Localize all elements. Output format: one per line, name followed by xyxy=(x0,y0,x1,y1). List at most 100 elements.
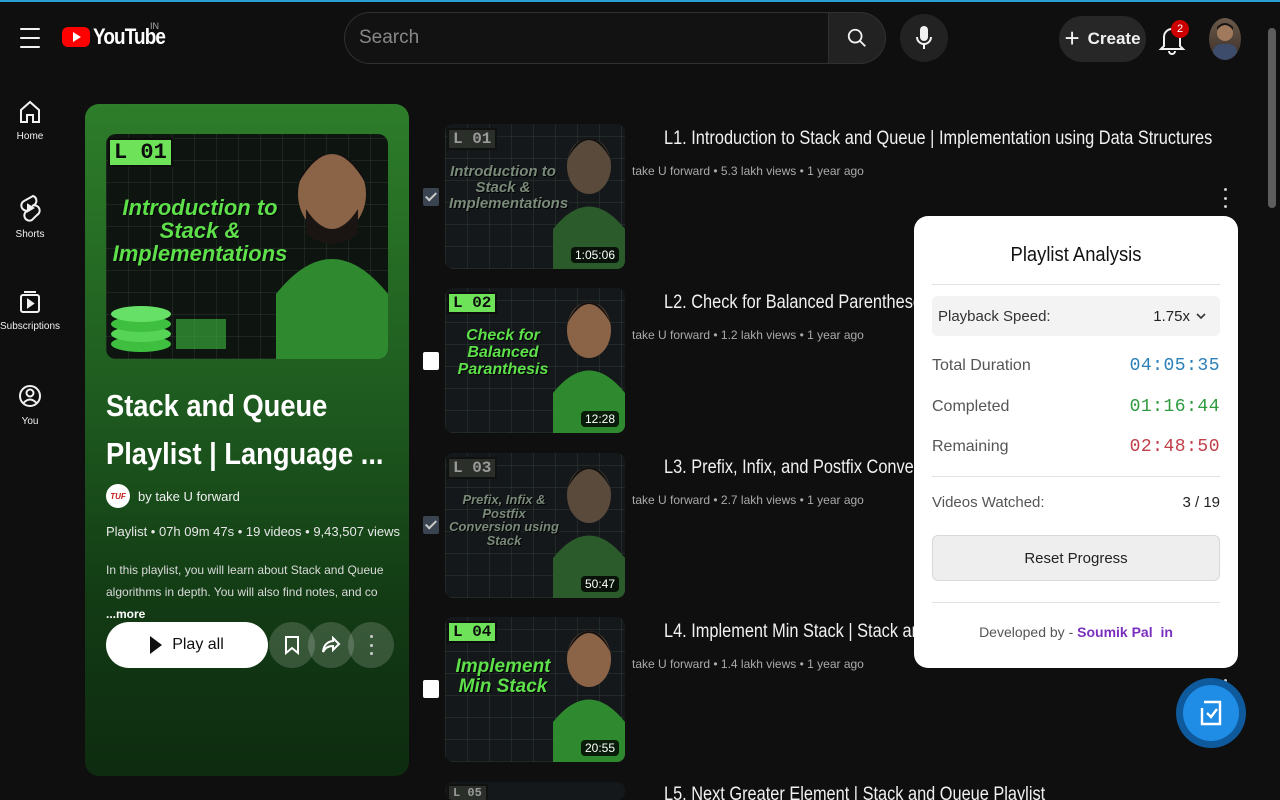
thumbnail-lecture-label: L 05 xyxy=(447,784,488,800)
speed-value: 1.75x xyxy=(1153,307,1190,325)
video-meta: take U forward • 2.7 lakh views • 1 year… xyxy=(632,493,864,507)
youtube-logo[interactable]: YouTube xyxy=(62,24,177,50)
watched-checkbox[interactable] xyxy=(423,188,439,206)
country-code: IN xyxy=(150,21,159,31)
remaining-value: 02:48:50 xyxy=(1129,437,1220,457)
play-all-button[interactable]: Play all xyxy=(106,622,268,668)
playlist-analysis-panel: Playlist Analysis Playback Speed: 1.75x … xyxy=(914,216,1238,668)
chevron-down-icon xyxy=(1196,313,1206,320)
thumbnail-title-text: Introduction to Stack & Implementations xyxy=(112,195,288,267)
playlist-analysis-toggle-button[interactable] xyxy=(1176,678,1246,748)
video-title[interactable]: L1. Introduction to Stack and Queue | Im… xyxy=(664,128,1212,150)
create-label: Create xyxy=(1087,29,1141,48)
playlist-thumbnail[interactable]: L 01 Introduction to Stack & Implementat… xyxy=(106,134,388,359)
channel-avatar: TUF xyxy=(106,484,130,508)
speed-label: Playback Speed: xyxy=(938,307,1051,325)
thumbnail-title-text: Implement Min Stack xyxy=(455,656,551,697)
voice-search-button[interactable] xyxy=(900,14,948,62)
video-duration: 1:05:06 xyxy=(570,247,619,263)
more-options-button[interactable] xyxy=(348,622,394,668)
developer-credit: Developed by - Soumik Pal in xyxy=(979,624,1173,640)
video-row[interactable]: L 05 L5. Next Greater Element | Stack an… xyxy=(420,782,1240,800)
menu-icon[interactable] xyxy=(14,24,46,52)
thumbnail-title-text: Check for Balanced Paranthesis xyxy=(457,327,549,378)
total-duration-row: Total Duration 04:05:35 xyxy=(932,356,1220,376)
thumbnail-lecture-label: L 01 xyxy=(108,138,173,167)
bookmark-icon xyxy=(285,636,299,655)
video-title[interactable]: L2. Check for Balanced Parentheses | S xyxy=(664,292,954,314)
video-meta: take U forward • 1.4 lakh views • 1 year… xyxy=(632,657,864,671)
video-menu-icon[interactable] xyxy=(1222,188,1228,208)
thumbnail-title-text: Introduction to Stack & Implementations xyxy=(449,163,569,212)
search-input[interactable] xyxy=(344,12,828,64)
playback-speed-select[interactable]: Playback Speed: 1.75x xyxy=(932,296,1220,336)
panel-title: Playlist Analysis xyxy=(1010,244,1142,266)
video-duration: 12:28 xyxy=(580,411,619,427)
playlist-meta: Playlist • 07h 09m 47s • 19 videos • 9,4… xyxy=(106,524,401,539)
notification-badge: 2 xyxy=(1171,20,1189,38)
shorts-icon xyxy=(20,194,41,222)
you-icon xyxy=(19,385,41,407)
video-thumbnail[interactable]: L 03 Prefix, Infix & Postfix Conversion … xyxy=(445,453,625,598)
videos-watched-value: 3 / 19 xyxy=(1182,494,1220,511)
rail-item-home[interactable]: Home xyxy=(0,100,60,142)
video-meta: take U forward • 5.3 lakh views • 1 year… xyxy=(632,164,864,178)
thumbnail-lecture-label: L 04 xyxy=(447,621,498,643)
total-duration-value: 04:05:35 xyxy=(1129,356,1220,376)
channel-name: by take U forward xyxy=(138,488,240,504)
watched-checkbox[interactable] xyxy=(423,680,439,698)
channel-link[interactable]: TUF by take U forward xyxy=(106,484,240,508)
video-duration: 50:47 xyxy=(580,576,619,592)
playlist-header-card: L 01 Introduction to Stack & Implementat… xyxy=(85,104,409,776)
rail-item-shorts[interactable]: Shorts xyxy=(0,194,60,240)
watched-checkbox[interactable] xyxy=(423,352,439,370)
rail-label-you: You xyxy=(21,416,39,427)
reset-progress-button[interactable]: Reset Progress xyxy=(932,535,1220,581)
play-icon xyxy=(150,636,163,654)
rail-label-shorts: Shorts xyxy=(15,229,45,240)
playlist-title: Stack and Queue Playlist | Language ... xyxy=(106,388,384,471)
microphone-icon xyxy=(916,26,932,49)
search-button[interactable] xyxy=(828,12,886,64)
more-link[interactable]: ...more xyxy=(106,607,145,621)
rail-item-subscriptions[interactable]: Subscriptions xyxy=(0,290,60,332)
video-thumbnail[interactable]: L 05 xyxy=(445,782,625,800)
rail-item-you[interactable]: You xyxy=(0,383,60,427)
thumbnail-lecture-label: L 01 xyxy=(447,128,498,150)
video-thumbnail[interactable]: L 01 Introduction to Stack & Implementat… xyxy=(445,124,625,269)
youtube-play-icon xyxy=(62,27,90,47)
video-title[interactable]: L5. Next Greater Element | Stack and Que… xyxy=(664,784,1045,800)
create-button[interactable]: + Create xyxy=(1059,16,1146,62)
plus-icon: + xyxy=(1064,22,1080,53)
account-avatar[interactable] xyxy=(1209,18,1241,60)
checklist-icon xyxy=(1200,700,1222,726)
share-icon xyxy=(322,636,341,653)
video-meta: take U forward • 1.2 lakh views • 1 year… xyxy=(632,328,864,342)
search-bar xyxy=(344,12,886,64)
remaining-row: Remaining 02:48:50 xyxy=(932,437,1220,457)
video-title[interactable]: L4. Implement Min Stack | Stack and Q xyxy=(664,621,947,643)
presenter-image xyxy=(276,154,388,359)
masthead: YouTube IN + Create 2 xyxy=(0,2,1280,74)
video-title[interactable]: L3. Prefix, Infix, and Postfix Conversio… xyxy=(664,457,949,479)
video-thumbnail[interactable]: L 02 Check for Balanced Paranthesis 12:2… xyxy=(445,288,625,433)
videos-watched-row: Videos Watched: 3 / 19 xyxy=(932,494,1220,511)
home-icon xyxy=(20,100,40,123)
watched-checkbox[interactable] xyxy=(423,516,439,534)
playlist-description: In this playlist, you will learn about S… xyxy=(106,563,384,621)
kebab-icon xyxy=(368,635,374,655)
subscriptions-icon xyxy=(20,291,40,313)
thumbnail-title-text: Prefix, Infix & Postfix Conversion using… xyxy=(449,492,559,548)
completed-row: Completed 01:16:44 xyxy=(932,397,1220,417)
coin-stack-image xyxy=(111,306,226,352)
video-thumbnail[interactable]: L 04 Implement Min Stack 20:55 xyxy=(445,617,625,762)
thumbnail-lecture-label: L 03 xyxy=(447,457,498,479)
developer-link[interactable]: Soumik Pal xyxy=(1077,624,1152,640)
page-scrollbar[interactable] xyxy=(1268,28,1276,208)
rail-label-subscriptions: Subscriptions xyxy=(0,321,61,332)
linkedin-icon[interactable]: in xyxy=(1160,624,1172,640)
rail-label-home: Home xyxy=(16,131,44,142)
video-duration: 20:55 xyxy=(580,740,619,756)
completed-value: 01:16:44 xyxy=(1129,397,1220,417)
thumbnail-lecture-label: L 02 xyxy=(447,292,498,314)
